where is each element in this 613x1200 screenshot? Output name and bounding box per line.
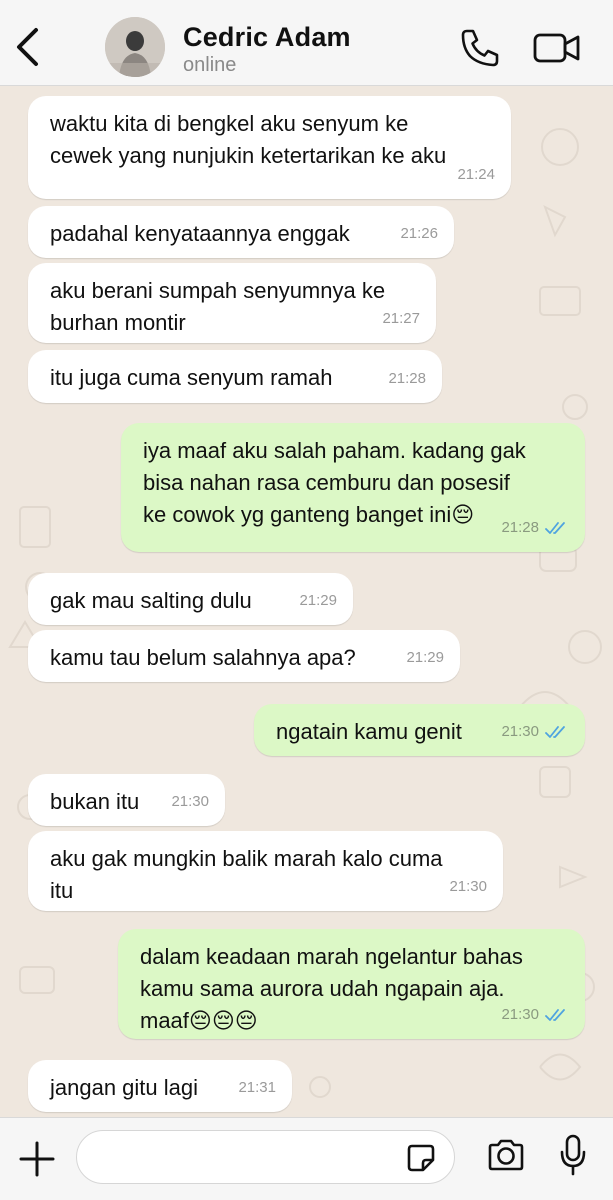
message-time: 21:27 <box>382 310 420 327</box>
message-text: jangan gitu lagi <box>50 1075 199 1100</box>
message-text: iya maaf aku salah paham. kadang gak bis… <box>143 438 526 527</box>
sticker-icon <box>407 1144 435 1172</box>
message-text: gak mau salting dulu <box>50 588 252 613</box>
video-call-button[interactable] <box>532 30 582 66</box>
message-text: itu juga cuma senyum ramah <box>50 365 333 390</box>
incoming-message-bubble[interactable]: padahal kenyataannya enggak 21:26 <box>28 206 454 258</box>
incoming-message-bubble[interactable]: waktu kita di bengkel aku senyum ke cewe… <box>28 96 511 199</box>
message-time: 21:30 <box>501 723 539 740</box>
microphone-icon <box>560 1134 586 1176</box>
message-time: 21:26 <box>400 225 438 242</box>
incoming-message-bubble[interactable]: bukan itu 21:30 <box>28 774 225 826</box>
message-time: 21:30 <box>501 1006 539 1023</box>
attach-button[interactable] <box>18 1140 56 1178</box>
camera-icon <box>488 1139 524 1171</box>
outgoing-message-bubble[interactable]: dalam keadaan marah ngelantur bahas kamu… <box>118 929 585 1039</box>
chat-header: Cedric Adam online <box>0 0 613 86</box>
message-time: 21:30 <box>449 878 487 895</box>
read-receipt-icon <box>545 1009 565 1021</box>
video-camera-icon <box>533 33 580 63</box>
incoming-message-bubble[interactable]: gak mau salting dulu 21:29 <box>28 573 353 625</box>
message-meta: 21:30 <box>501 716 569 748</box>
message-input-box[interactable] <box>76 1130 455 1184</box>
contact-status: online <box>183 54 237 76</box>
voice-call-button[interactable] <box>458 26 502 70</box>
message-time: 21:28 <box>501 519 539 536</box>
message-time: 21:29 <box>406 649 444 666</box>
message-meta: 21:30 <box>501 999 569 1031</box>
message-text: bukan itu <box>50 789 140 814</box>
message-input[interactable] <box>77 1131 377 1183</box>
message-meta: 21:29 <box>299 585 337 617</box>
message-meta: 21:27 <box>382 303 420 335</box>
message-text: waktu kita di bengkel aku senyum ke cewe… <box>50 111 447 168</box>
message-time: 21:28 <box>388 370 426 387</box>
outgoing-message-bubble[interactable]: ngatain kamu genit 21:30 <box>254 704 585 756</box>
incoming-message-bubble[interactable]: aku berani sumpah senyumnya ke burhan mo… <box>28 263 436 343</box>
avatar-photo-icon <box>105 17 165 77</box>
sticker-button[interactable] <box>406 1143 436 1173</box>
message-meta: 21:26 <box>400 218 438 250</box>
message-text: aku gak mungkin balik marah kalo cuma it… <box>50 846 443 903</box>
read-receipt-icon <box>545 522 565 534</box>
avatar[interactable] <box>105 17 165 77</box>
camera-button[interactable] <box>486 1138 526 1172</box>
read-receipt-icon <box>545 726 565 738</box>
microphone-button[interactable] <box>559 1134 587 1176</box>
message-meta: 21:31 <box>238 1072 276 1104</box>
message-time: 21:31 <box>238 1079 276 1096</box>
message-meta: 21:30 <box>171 786 209 818</box>
message-meta: 21:28 <box>388 363 426 395</box>
message-meta: 21:28 <box>501 512 569 544</box>
message-time: 21:30 <box>171 793 209 810</box>
outgoing-message-bubble[interactable]: iya maaf aku salah paham. kadang gak bis… <box>121 423 585 552</box>
message-time: 21:29 <box>299 592 337 609</box>
phone-icon <box>461 29 499 67</box>
chevron-left-icon <box>17 28 38 66</box>
message-text: ngatain kamu genit <box>276 719 462 744</box>
message-text: kamu tau belum salahnya apa? <box>50 645 356 670</box>
message-meta: 21:24 <box>457 159 495 191</box>
message-meta: 21:29 <box>406 642 444 674</box>
message-time: 21:24 <box>457 166 495 183</box>
message-meta: 21:30 <box>449 871 487 903</box>
message-text: padahal kenyataannya enggak <box>50 221 350 246</box>
incoming-message-bubble[interactable]: jangan gitu lagi 21:31 <box>28 1060 292 1112</box>
back-button[interactable] <box>10 26 46 68</box>
incoming-message-bubble[interactable]: itu juga cuma senyum ramah 21:28 <box>28 350 442 403</box>
incoming-message-bubble[interactable]: aku gak mungkin balik marah kalo cuma it… <box>28 831 503 911</box>
contact-name[interactable]: Cedric Adam <box>183 22 351 53</box>
message-text: aku berani sumpah senyumnya ke burhan mo… <box>50 278 386 335</box>
composer-bar <box>0 1117 613 1200</box>
plus-icon <box>19 1141 55 1177</box>
incoming-message-bubble[interactable]: kamu tau belum salahnya apa? 21:29 <box>28 630 460 682</box>
message-text: dalam keadaan marah ngelantur bahas kamu… <box>140 944 523 1033</box>
